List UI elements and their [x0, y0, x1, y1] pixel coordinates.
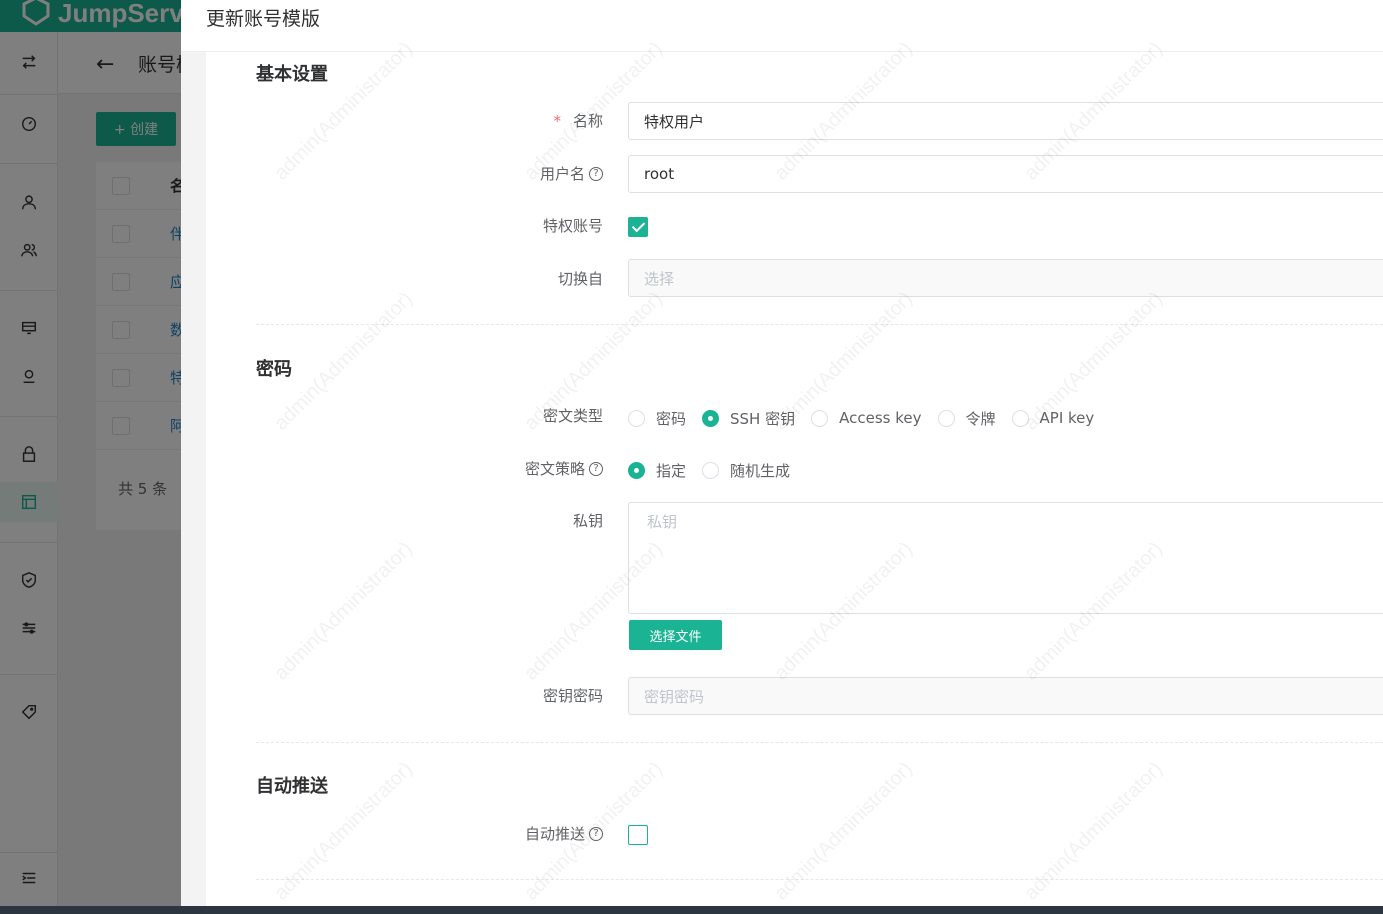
- name-label: * 名称: [553, 110, 603, 131]
- section-divider: [256, 879, 1383, 880]
- auto-push-label-text: 自动推送: [524, 825, 585, 843]
- secret-type-option-api-key[interactable]: API key: [1011, 409, 1095, 427]
- radio-label: 令牌: [965, 409, 996, 428]
- section-basic-title: 基本设置: [256, 64, 328, 85]
- drawer-title: 更新账号模版: [206, 8, 321, 30]
- su-from-select[interactable]: 选择: [628, 259, 1383, 297]
- secret-type-option-password[interactable]: 密码: [628, 408, 686, 429]
- help-icon[interactable]: ?: [589, 166, 603, 181]
- drawer-header: 更新账号模版: [181, 0, 1383, 52]
- help-icon[interactable]: ?: [589, 826, 603, 841]
- required-mark: *: [553, 111, 561, 130]
- name-input[interactable]: 特权用户: [628, 102, 1383, 140]
- passphrase-label: 密钥密码: [543, 685, 603, 706]
- section-divider: [256, 742, 1383, 743]
- secret-strategy-radio-group: 指定 随机生成: [628, 458, 806, 482]
- passphrase-label-text: 密钥密码: [542, 687, 603, 705]
- private-key-label: 私钥: [573, 510, 603, 531]
- username-label: 用户名 ?: [540, 163, 603, 184]
- secret-type-option-token[interactable]: 令牌: [937, 408, 996, 429]
- radio-dot: [628, 461, 645, 479]
- secret-type-radio-group: 密码 SSH 密钥 Access key 令牌 API key: [628, 406, 1110, 430]
- su-from-label-text: 切换自: [557, 270, 603, 288]
- update-template-drawer: 更新账号模版 基本设置 * 名称 特权用户 用户名 ? root 特权账号 切换…: [181, 0, 1383, 906]
- secret-strategy-label: 密文策略 ?: [525, 458, 603, 479]
- watermark: admin(Administrator): [270, 287, 417, 435]
- secret-type-label: 密文类型: [543, 405, 603, 426]
- secret-type-option-ssh-key[interactable]: SSH 密钥: [702, 408, 795, 429]
- secret-type-label-text: 密文类型: [542, 407, 603, 425]
- drawer-gutter: [181, 52, 206, 906]
- auto-push-checkbox[interactable]: [628, 825, 648, 845]
- section-divider: [256, 324, 1383, 325]
- secret-strategy-option-specify[interactable]: 指定: [628, 460, 686, 481]
- radio-label: Access key: [839, 409, 922, 427]
- radio-label: 指定: [656, 461, 687, 480]
- radio-label: SSH 密钥: [730, 409, 796, 428]
- su-from-label: 切换自: [558, 268, 603, 289]
- help-icon[interactable]: ?: [589, 461, 603, 476]
- secret-strategy-option-random[interactable]: 随机生成: [702, 460, 790, 481]
- radio-dot: [811, 409, 829, 427]
- radio-dot: [628, 409, 645, 427]
- private-key-textarea[interactable]: 私钥: [628, 502, 1383, 614]
- radio-label: 随机生成: [730, 461, 791, 480]
- section-password-title: 密码: [256, 359, 292, 380]
- choose-file-button[interactable]: 选择文件: [629, 620, 722, 650]
- radio-dot: [702, 461, 720, 479]
- radio-dot: [702, 409, 720, 427]
- privileged-label-text: 特权账号: [542, 217, 603, 235]
- passphrase-input[interactable]: 密钥密码: [628, 677, 1383, 715]
- watermark: admin(Administrator): [270, 537, 417, 685]
- radio-dot: [1011, 409, 1029, 427]
- section-auto-push-title: 自动推送: [256, 776, 328, 797]
- privileged-label: 特权账号: [543, 215, 603, 236]
- private-key-label-text: 私钥: [572, 512, 603, 530]
- username-input[interactable]: root: [628, 155, 1383, 193]
- taskbar-strip: [0, 906, 1383, 914]
- privileged-checkbox[interactable]: [628, 217, 648, 237]
- name-label-text: 名称: [572, 112, 603, 130]
- watermark: admin(Administrator): [1020, 757, 1167, 905]
- secret-strategy-label-text: 密文策略: [524, 460, 585, 478]
- radio-dot: [937, 409, 955, 427]
- watermark: admin(Administrator): [770, 757, 917, 905]
- username-label-text: 用户名: [539, 165, 585, 183]
- secret-type-option-access-key[interactable]: Access key: [811, 409, 922, 427]
- radio-label: 密码: [656, 409, 687, 428]
- radio-label: API key: [1039, 409, 1095, 427]
- auto-push-label: 自动推送 ?: [525, 823, 603, 844]
